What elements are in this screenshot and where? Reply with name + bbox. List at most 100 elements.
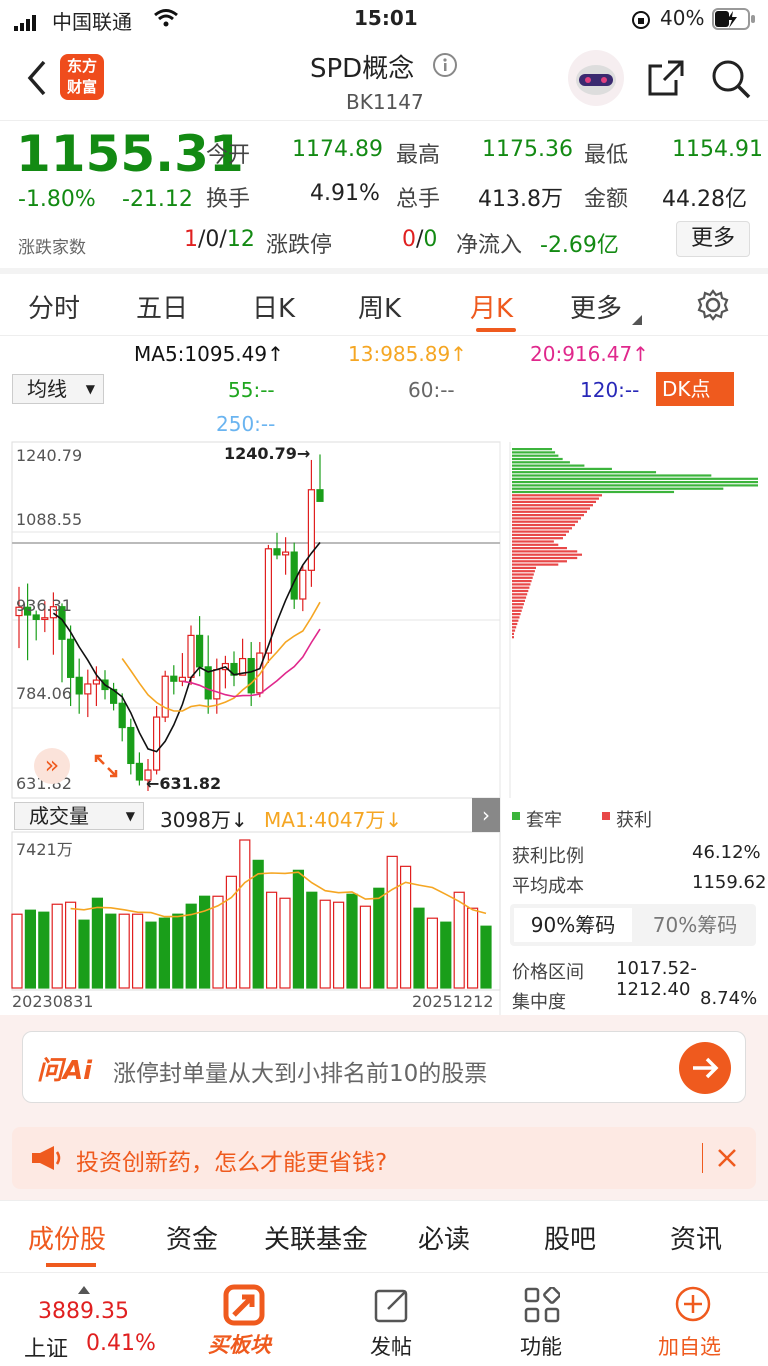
ma60-value: 60:-- [408,378,455,402]
caret-down-icon: ▼ [85,382,95,396]
volume-bar [51,903,63,989]
profit-ratio-label: 获利比例 [512,846,584,867]
close-icon[interactable] [716,1147,738,1173]
candle-body [299,569,307,600]
volume-bar [279,897,291,989]
low-label: 最低 [584,143,629,168]
chip-bar [512,510,587,513]
battery-icon [712,8,756,35]
signal-icon [14,12,42,31]
chip-bar [512,467,612,470]
buy-board-label[interactable]: 买板块 [208,1329,271,1359]
tab-news[interactable]: 资讯 [670,1219,722,1256]
tab-forum[interactable]: 股吧 [544,1219,596,1256]
candle-body [264,548,272,654]
chip-bar [512,570,535,573]
page-title: SPD概念 [310,54,415,84]
ad-banner[interactable]: 投资创新药，怎么才能更省钱? [12,1127,756,1189]
wifi-icon [153,8,179,33]
tab-five-day[interactable]: 五日 [136,288,188,325]
change-value: -21.12 [122,187,193,212]
ai-search-box[interactable]: 问Ai 涨停封单量从大到小排名前10的股票 [22,1031,746,1103]
chip-bar [512,589,529,593]
avg-cost: 1159.62 [692,872,767,893]
volume-bar [38,911,50,989]
y-label-3: 936.31 [16,596,72,615]
volume-bar [64,901,77,989]
settings-gear-icon[interactable] [696,288,730,326]
volume-bar [105,913,117,989]
open-value: 1174.89 [292,137,383,162]
ma-type-select[interactable]: 均线 ▼ [12,374,104,404]
tab-constituents[interactable]: 成份股 [28,1219,106,1256]
volume-label: 总手 [396,187,441,212]
amount-value: 44.28亿 [662,187,747,212]
post-label[interactable]: 发帖 [370,1331,412,1361]
y-label-2: 1088.55 [16,510,83,529]
candle-body [153,716,161,771]
chip-bar [512,523,575,527]
candle-body [118,702,126,729]
ma250-value: 250:-- [216,412,276,436]
chip-bar [512,474,712,477]
volume-indicator-select[interactable]: 成交量 ▼ [14,802,144,830]
more-button[interactable]: 更多 [676,221,750,257]
board-code: BK1147 [346,90,424,114]
candle-body [127,726,135,765]
bottom-toolbar: 3889.35 上证 0.41% 买板块 发帖 功能 加自选 [0,1272,768,1366]
tab-monthly-k[interactable]: 月K [470,288,513,325]
volume-bar [440,921,452,989]
limit-values: 0/0 [402,227,438,252]
chip-bar [512,563,559,566]
chip-bar [512,616,520,619]
buy-board-icon[interactable] [222,1283,266,1331]
chip-bar [512,461,570,464]
low-value: 1154.91 [672,137,763,162]
back-icon[interactable] [24,58,48,102]
high-value: 1175.36 [482,137,573,162]
candle-body [66,638,75,678]
function-label[interactable]: 功能 [520,1331,562,1361]
tab-capital[interactable]: 资金 [166,1219,218,1256]
function-grid-icon[interactable] [524,1286,561,1327]
tab-must-read[interactable]: 必读 [418,1219,470,1256]
expand-icon[interactable]: » [34,748,70,784]
date-end: 20251212 [412,992,494,1011]
candle-body [290,551,298,600]
tab-related-funds[interactable]: 关联基金 [264,1219,368,1256]
chip-tab-group: 90%筹码 70%筹码 [510,904,756,946]
tab-more[interactable]: 更多 [570,288,622,325]
chip-bar [512,477,758,480]
chip-bar [512,507,590,510]
search-icon[interactable] [710,58,752,104]
chip-bar [512,599,525,602]
tab-timeshare[interactable]: 分时 [28,288,80,325]
candle-body [170,675,178,682]
arrow-right-icon[interactable] [679,1042,731,1094]
volume-bar [333,901,345,989]
index-value[interactable]: 3889.35 [38,1299,129,1324]
fullscreen-icon[interactable] [92,752,120,784]
collapse-chip-button[interactable]: › [472,798,500,832]
volume-bar [212,895,224,989]
volume-bar [11,913,23,989]
volume-bar [413,907,425,989]
tab-weekly-k[interactable]: 周K [358,288,401,325]
tab-daily-k[interactable]: 日K [252,288,295,325]
chip-bar [512,487,724,490]
dk-point-button[interactable]: DK点 [656,372,734,406]
tab-chip-70[interactable]: 70%筹码 [636,908,754,942]
avg-cost-label: 平均成本 [512,876,584,897]
volume-bar [386,855,398,989]
y-label-4: 784.06 [16,684,72,703]
robot-avatar-icon[interactable] [566,48,626,112]
chip-bar [512,500,596,503]
chip-bar [512,537,563,540]
tab-chip-90[interactable]: 90%筹码 [514,908,632,942]
share-icon[interactable] [646,58,686,102]
info-icon[interactable] [432,52,458,82]
add-plus-icon[interactable] [674,1285,712,1327]
add-watchlist-label[interactable]: 加自选 [658,1331,721,1361]
chip-bar [512,629,516,632]
post-edit-icon[interactable] [374,1287,410,1327]
